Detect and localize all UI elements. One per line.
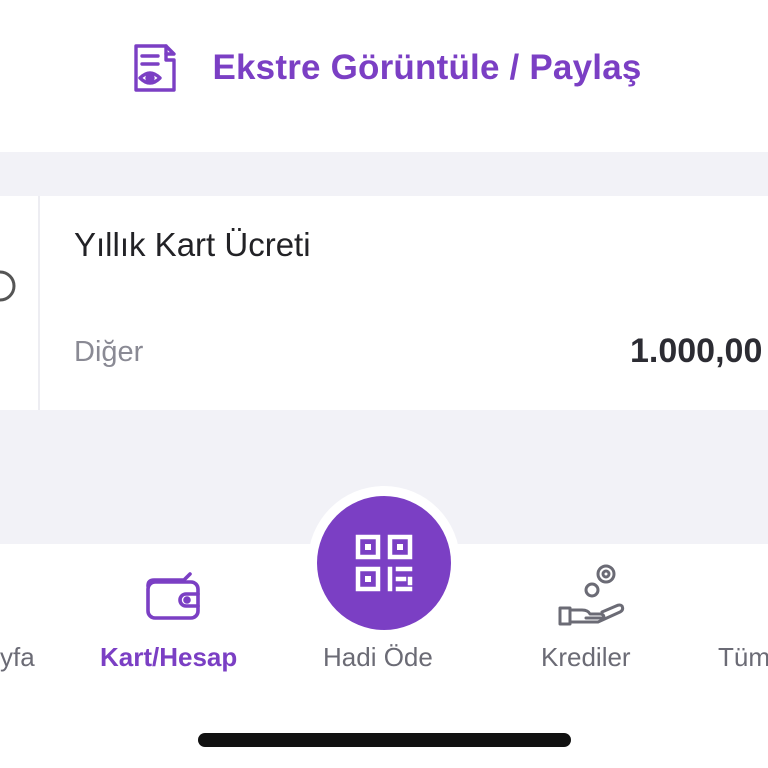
screen: Ekstre Görüntüle / Paylaş Yıllık Kart Üc… (0, 0, 768, 768)
tab-all-label: Tüm (718, 642, 768, 672)
transaction-title: Yıllık Kart Ücreti (74, 226, 311, 263)
tab-loans-label: Krediler (541, 642, 631, 672)
tab-pay-label: Hadi Öde (323, 642, 433, 672)
transaction-category: Diğer (74, 336, 144, 368)
statement-view-share-label: Ekstre Görüntüle / Paylaş (212, 48, 642, 87)
wallet-icon (146, 572, 200, 620)
category-icon (0, 270, 16, 302)
document-eye-icon (134, 44, 177, 92)
transaction-amount: 1.000,00 (630, 332, 763, 370)
hand-coins-icon (558, 564, 625, 626)
tab-loans[interactable]: Krediler (520, 544, 670, 684)
pay-qr-button[interactable] (317, 496, 451, 630)
qr-code-icon (355, 534, 413, 592)
statement-view-share-button[interactable]: Ekstre Görüntüle / Paylaş (0, 0, 768, 152)
tab-card-account[interactable]: Kart/Hesap (90, 544, 260, 684)
tab-all[interactable]: Tüm (700, 544, 768, 684)
transaction-row[interactable]: Yıllık Kart Ücreti Diğer 1.000,00 (0, 196, 768, 410)
tab-card-account-label: Kart/Hesap (100, 642, 238, 672)
tab-home-label: yfa (0, 642, 35, 672)
tab-home[interactable]: yfa (0, 544, 70, 684)
row-divider (38, 196, 40, 410)
home-indicator[interactable] (198, 733, 571, 747)
